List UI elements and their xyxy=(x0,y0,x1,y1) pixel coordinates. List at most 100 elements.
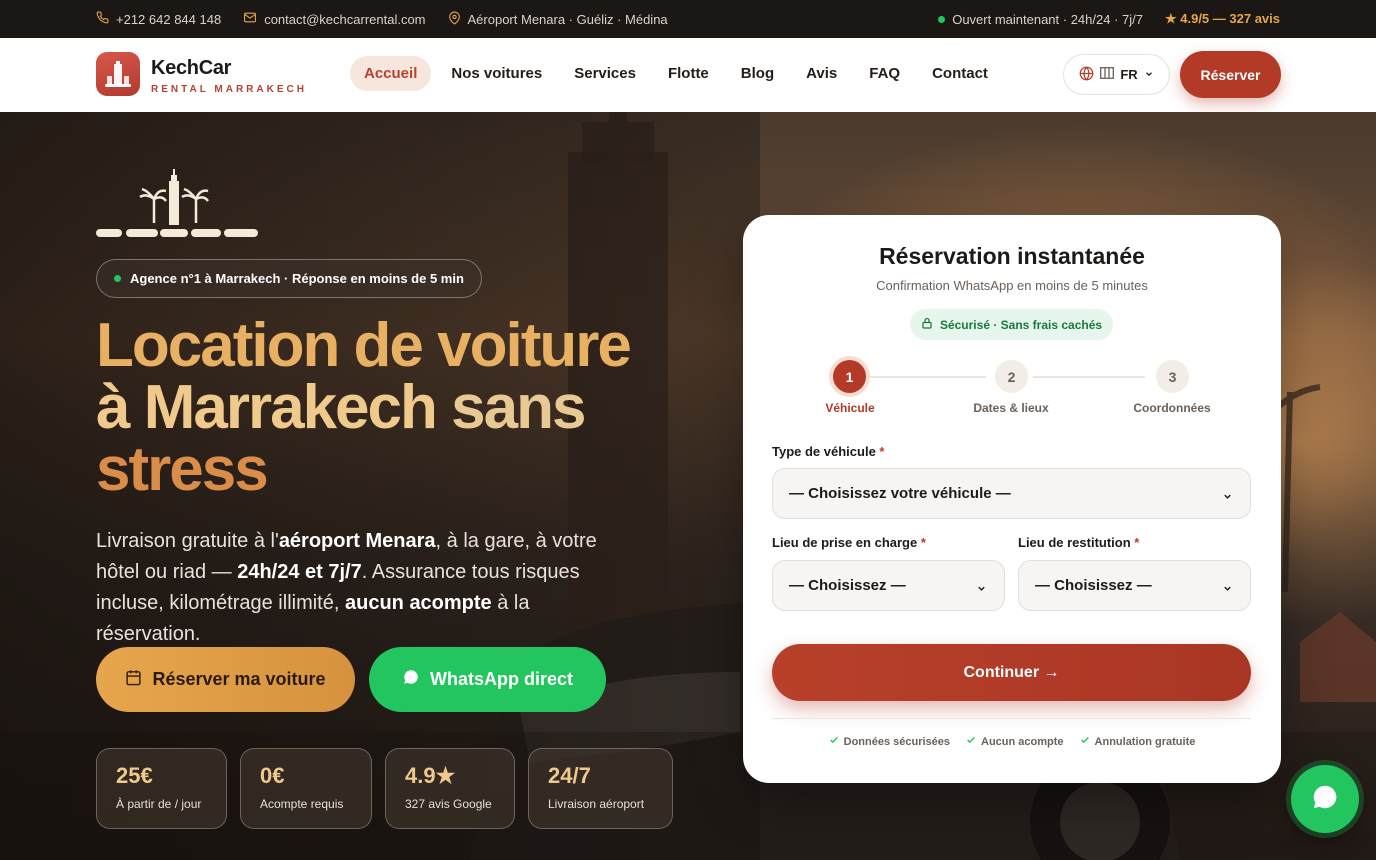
trust-item: Aucun acompte xyxy=(966,735,1064,748)
hero-lead: Livraison gratuite à l'aéroport Menara, … xyxy=(96,526,636,650)
reserve-car-label: Réserver ma voiture xyxy=(152,669,326,689)
check-icon xyxy=(1080,735,1090,748)
vehicle-type-label: Type de véhicule * xyxy=(772,444,884,459)
check-icon xyxy=(829,735,839,748)
nav-item-contact[interactable]: Contact xyxy=(916,56,1004,91)
hero-title-line-2a: à Marrakech xyxy=(96,373,438,442)
lock-icon xyxy=(921,317,933,332)
booking-subtitle: Confirmation WhatsApp en moins de 5 minu… xyxy=(876,278,1148,293)
language-code: FR xyxy=(1120,67,1138,82)
step-connector xyxy=(868,376,986,378)
whatsapp-direct-button[interactable]: WhatsApp direct xyxy=(369,647,606,712)
secure-text: Sécurisé · Sans frais cachés xyxy=(939,317,1103,332)
stat-label: 327 avis Google xyxy=(405,797,492,811)
whatsapp-icon xyxy=(402,668,420,691)
stat-card-delivery: 24/7 Livraison aéroport xyxy=(528,748,673,829)
open-status: Ouvert maintenant · 24h/24 · 7j/7 xyxy=(938,12,1143,27)
return-location-value: — Choisissez — xyxy=(1035,577,1152,594)
topbar-email[interactable]: contact@kechcarrental.com xyxy=(243,11,426,27)
lead-part: Livraison gratuite à l' xyxy=(96,530,279,552)
rating-summary[interactable]: ★ 4.9/5 — 327 avis xyxy=(1165,11,1280,27)
nav-item-blog[interactable]: Blog xyxy=(725,56,790,91)
hero-title-line-3: stress xyxy=(96,435,269,504)
hero-badge: Agence n°1 à Marrakech · Réponse en moin… xyxy=(96,259,482,298)
nav-item-services[interactable]: Services xyxy=(558,56,652,91)
chevron-down-icon xyxy=(976,581,987,598)
badge-text: Agence n°1 à Marrakech · Réponse en moin… xyxy=(130,271,464,286)
stat-value: 0€ xyxy=(260,763,285,788)
language-selector[interactable]: FR xyxy=(1063,54,1170,95)
step-2-label: Dates & lieux xyxy=(973,401,1049,415)
trust-item: Annulation gratuite xyxy=(1080,735,1196,748)
check-icon xyxy=(966,735,976,748)
topbar-phone[interactable]: +212 642 844 148 xyxy=(96,11,221,27)
pickup-location-label: Lieu de prise en charge * xyxy=(772,535,926,550)
step-1-indicator[interactable]: 1 xyxy=(833,360,866,393)
secure-badge: Sécurisé · Sans frais cachés xyxy=(910,309,1113,340)
stat-card-price: 25€ À partir de / jour xyxy=(96,748,227,829)
logo-icon[interactable] xyxy=(96,52,140,96)
vehicle-type-select[interactable]: — Choisissez votre véhicule — xyxy=(772,468,1251,519)
divider xyxy=(772,718,1251,719)
reserve-car-button[interactable]: Réserver ma voiture xyxy=(96,647,355,712)
vehicle-type-label-text: Type de véhicule xyxy=(772,444,876,459)
hero-title-line-1: Location de voiture xyxy=(96,311,632,380)
badge-dot xyxy=(114,275,121,282)
pickup-location-select[interactable]: — Choisissez — xyxy=(772,560,1005,611)
trust-item: Données sécurisées xyxy=(829,735,950,748)
required-mark: * xyxy=(920,535,926,550)
status-dot xyxy=(938,15,946,23)
chevron-down-icon xyxy=(1144,67,1154,82)
required-mark: * xyxy=(1134,535,1140,550)
map-pin-icon xyxy=(448,11,461,28)
lead-bold: aéroport Menara xyxy=(278,530,436,552)
hero-title-line-2b: sans xyxy=(451,373,586,442)
chevron-down-icon xyxy=(1222,489,1233,506)
vehicle-type-value: — Choisissez votre véhicule — xyxy=(789,485,1011,502)
location-text: Aéroport Menara · Guéliz · Médina xyxy=(467,11,668,27)
lead-bold: aucun acompte xyxy=(344,592,492,614)
stat-label: À partir de / jour xyxy=(116,797,202,811)
email-text: contact@kechcarrental.com xyxy=(264,11,426,27)
nav-item-nos-voitures[interactable]: Nos voitures xyxy=(435,56,558,91)
step-connector xyxy=(1033,376,1145,378)
stat-value: 4.9★ xyxy=(405,763,456,788)
brand-name[interactable]: KechCar xyxy=(151,57,231,80)
marrakech-skyline-icon xyxy=(96,169,258,237)
nav-item-avis[interactable]: Avis xyxy=(790,56,853,91)
booking-card: Réservation instantanée Confirmation Wha… xyxy=(743,215,1281,783)
topbar-location: Aéroport Menara · Guéliz · Médina xyxy=(448,11,668,28)
stat-value: 25€ xyxy=(116,763,153,788)
continue-button[interactable]: Continuer → xyxy=(772,644,1251,701)
trust-text: Annulation gratuite xyxy=(1094,735,1196,748)
open-status-text: Ouvert maintenant · 24h/24 · 7j/7 xyxy=(952,11,1143,27)
stat-card-rating: 4.9★ 327 avis Google xyxy=(385,748,515,829)
nav-item-flotte[interactable]: Flotte xyxy=(652,56,725,91)
top-info-bar: +212 642 844 148 contact@kechcarrental.c… xyxy=(0,0,1376,38)
nav-item-accueil[interactable]: Accueil xyxy=(350,56,432,91)
chevron-down-icon xyxy=(1222,581,1233,598)
main-nav: Accueil Nos voitures Services Flotte Blo… xyxy=(350,56,1004,91)
chat-bubble-icon xyxy=(1310,782,1340,817)
trust-text: Aucun acompte xyxy=(981,735,1064,748)
whatsapp-direct-label: WhatsApp direct xyxy=(429,669,573,689)
calendar-icon xyxy=(125,669,142,691)
floating-whatsapp-button[interactable] xyxy=(1291,765,1359,833)
step-2-indicator[interactable]: 2 xyxy=(995,360,1028,393)
flag-icon xyxy=(1100,67,1115,82)
required-mark: * xyxy=(879,444,885,459)
return-location-select[interactable]: — Choisissez — xyxy=(1018,560,1251,611)
nav-item-faq[interactable]: FAQ xyxy=(853,56,916,91)
stat-label: Livraison aéroport xyxy=(548,797,645,811)
hero-title: Location de voiture à Marrakech sans str… xyxy=(96,315,656,501)
lead-bold: 24h/24 et 7j/7 xyxy=(237,561,362,583)
header-reserve-button[interactable]: Réserver xyxy=(1180,51,1281,98)
phone-text: +212 642 844 148 xyxy=(116,11,222,27)
return-location-label-text: Lieu de restitution xyxy=(1018,535,1131,550)
stat-label: Acompte requis xyxy=(260,797,344,811)
hero-section: Agence n°1 à Marrakech · Réponse en moin… xyxy=(0,112,1376,860)
stat-value: 24/7 xyxy=(548,763,591,788)
step-3-indicator[interactable]: 3 xyxy=(1156,360,1189,393)
step-1-label: Véhicule xyxy=(825,401,875,415)
return-location-label: Lieu de restitution * xyxy=(1018,535,1139,550)
